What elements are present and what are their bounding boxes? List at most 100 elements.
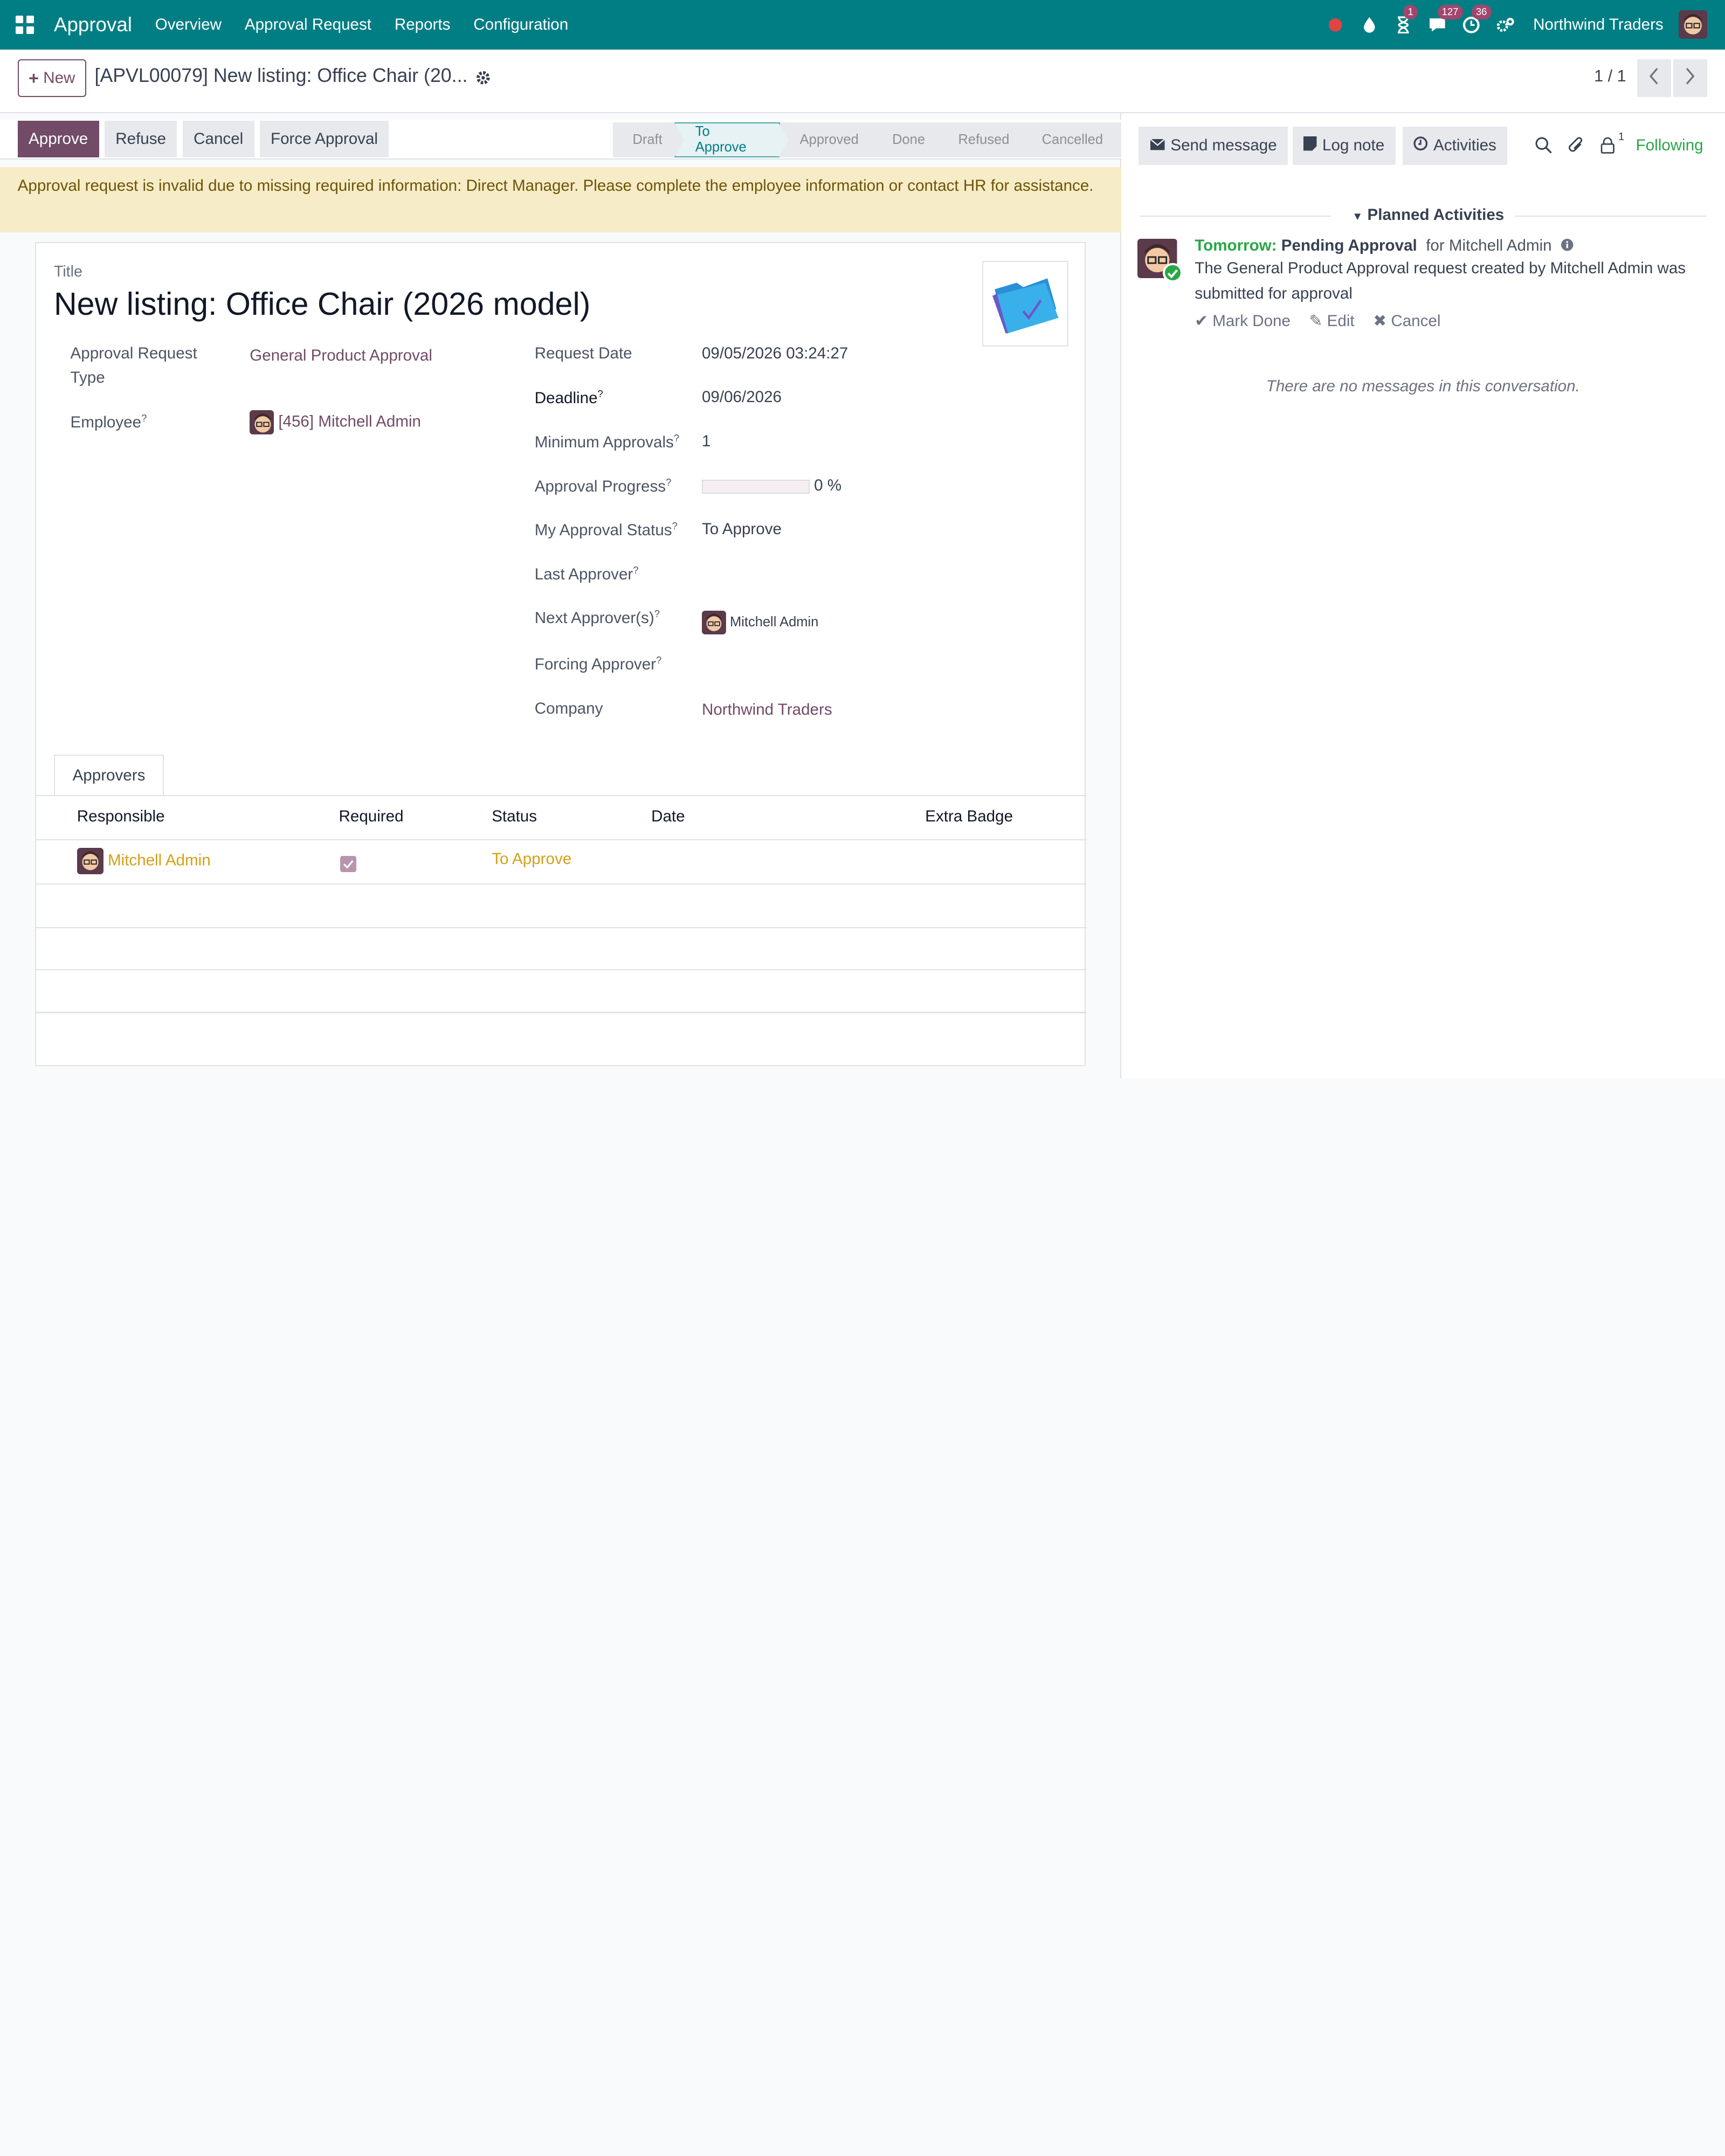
column-status[interactable]: Status	[492, 807, 537, 826]
paperclip-icon[interactable]	[1568, 136, 1585, 160]
activities-button[interactable]: Activities	[1403, 126, 1508, 165]
apps-menu-icon[interactable]	[15, 15, 34, 34]
search-icon[interactable]	[1535, 136, 1552, 158]
messages-icon[interactable]: 127	[1426, 5, 1463, 36]
edit-activity-button[interactable]: ✎ Edit	[1309, 312, 1355, 330]
help-mark[interactable]: ?	[598, 388, 603, 399]
last-approver-label-text: Last Approver	[534, 565, 633, 583]
send-message-button[interactable]: Send message	[1138, 126, 1288, 165]
send-message-label: Send message	[1170, 136, 1277, 155]
table-row-divider	[36, 969, 1087, 970]
status-bar: Approve Refuse Cancel Force Approval Dra…	[0, 120, 1121, 160]
control-panel: + New [APVL00079] New listing: Office Cha…	[0, 49, 1725, 114]
envelope-icon	[1149, 136, 1165, 155]
company-link[interactable]: Northwind Traders	[702, 701, 832, 719]
planned-divider-left	[1140, 215, 1331, 217]
help-mark[interactable]: ?	[672, 520, 678, 531]
activity-header: Tomorrow: Pending Approval for Mitchell …	[1195, 237, 1574, 255]
help-mark[interactable]: ?	[141, 412, 147, 424]
last-approver-label: Last Approver?	[535, 564, 639, 584]
stage-pipeline: Draft To Approve Approved Done Refused C…	[612, 122, 1121, 158]
clock-icon[interactable]: 36	[1460, 5, 1492, 36]
progress-label-text: Approval Progress	[534, 477, 666, 495]
menu-overview[interactable]: Overview	[155, 16, 222, 34]
company-switcher[interactable]: Northwind Traders	[1533, 16, 1664, 34]
pencil-icon: ✎	[1309, 312, 1323, 330]
recording-dot-icon[interactable]	[1324, 14, 1346, 36]
deadline-value[interactable]: 09/06/2026	[702, 388, 782, 406]
hourglass-icon[interactable]: 1	[1392, 5, 1418, 36]
pager-prev-button[interactable]	[1637, 59, 1671, 97]
pager-value[interactable]: 1 / 1	[1594, 67, 1626, 86]
required-checkbox[interactable]	[340, 855, 357, 873]
min-approvals-value: 1	[701, 432, 711, 450]
cancel-activity-button[interactable]: ✖ Cancel	[1373, 312, 1440, 330]
following-button[interactable]: Following	[1636, 136, 1703, 155]
employee-avatar	[250, 410, 274, 435]
force-approval-button[interactable]: Force Approval	[259, 121, 389, 157]
request-date-label: Request Date	[534, 344, 632, 362]
info-icon[interactable]	[1556, 237, 1574, 254]
help-mark[interactable]: ?	[633, 564, 638, 576]
request-date-value[interactable]: 09/05/2026 03:24:27	[702, 344, 848, 363]
next-approver-label: Next Approver(s)?	[535, 608, 660, 627]
approval-progress-bar	[701, 479, 810, 494]
approve-button[interactable]: Approve	[17, 121, 99, 157]
min-approvals-label-text: Minimum Approvals	[534, 433, 674, 451]
progress-label: Approval Progress?	[535, 476, 672, 496]
menu-approval-request[interactable]: Approval Request	[245, 16, 371, 34]
folder-image[interactable]	[982, 260, 1068, 347]
stage-to-approve[interactable]: To Approve	[674, 122, 789, 158]
stage-draft-label: Draft	[632, 132, 663, 147]
systray: 1 127 36 Northwind Traders	[1324, 0, 1725, 50]
stage-approved[interactable]: Approved	[779, 122, 882, 157]
help-mark[interactable]: ?	[656, 654, 661, 666]
help-mark[interactable]: ?	[654, 608, 660, 619]
caret-down-icon: ▼	[1352, 210, 1363, 223]
employee-field[interactable]: [456] Mitchell Admin	[250, 410, 421, 435]
settings-gears-icon[interactable]	[1495, 14, 1517, 36]
deadline-label-text: Deadline	[534, 389, 598, 407]
refuse-button[interactable]: Refuse	[104, 121, 177, 157]
cancel-button[interactable]: Cancel	[182, 121, 254, 157]
stage-draft[interactable]: Draft	[612, 122, 684, 157]
table-divider	[36, 839, 1087, 841]
title-label: Title	[53, 262, 82, 280]
min-approvals-label: Minimum Approvals?	[535, 432, 679, 452]
gear-icon[interactable]	[475, 70, 491, 90]
help-mark[interactable]: ?	[666, 476, 671, 488]
title-field[interactable]: New listing: Office Chair (2026 model)	[54, 285, 590, 322]
log-note-button[interactable]: Log note	[1292, 126, 1396, 165]
column-extra-badge[interactable]: Extra Badge	[925, 807, 1013, 826]
stage-done[interactable]: Done	[872, 122, 948, 157]
app-brand[interactable]: Approval	[54, 13, 132, 36]
column-date[interactable]: Date	[651, 807, 685, 826]
mark-done-button[interactable]: ✔ Mark Done	[1195, 312, 1291, 330]
stage-refused[interactable]: Refused	[938, 122, 1032, 157]
employee-label: Employee?	[71, 412, 147, 432]
menu-reports[interactable]: Reports	[395, 16, 451, 34]
request-type-link[interactable]: General Product Approval	[250, 347, 432, 365]
table-row-divider	[36, 927, 1087, 929]
my-status-value: To Approve	[701, 520, 782, 538]
planned-activities-toggle[interactable]: ▼ Planned Activities	[1352, 206, 1504, 224]
responsible-name[interactable]: Mitchell Admin	[108, 852, 211, 869]
drop-icon[interactable]	[1358, 14, 1381, 36]
next-approver-tag[interactable]: Mitchell Admin	[701, 610, 818, 635]
column-responsible[interactable]: Responsible	[77, 807, 165, 826]
employee-link[interactable]: [456] Mitchell Admin	[278, 412, 421, 430]
tab-approvers[interactable]: Approvers	[53, 754, 164, 797]
table-row[interactable]: Mitchell Admin	[77, 848, 211, 875]
column-required[interactable]: Required	[339, 807, 404, 826]
table-row-divider	[36, 1012, 1087, 1013]
menu-configuration[interactable]: Configuration	[473, 16, 568, 34]
note-icon	[1303, 136, 1317, 155]
pager-next-button[interactable]	[1673, 59, 1708, 97]
top-navbar: Approval Overview Approval Request Repor…	[0, 0, 1725, 50]
new-button[interactable]: + New	[17, 59, 86, 97]
help-mark[interactable]: ?	[674, 432, 679, 444]
user-avatar[interactable]	[1679, 10, 1708, 39]
stage-cancelled[interactable]: Cancelled	[1022, 122, 1121, 157]
activity-badge: 1	[1403, 5, 1418, 19]
followers-lock-icon[interactable]	[1600, 136, 1615, 158]
